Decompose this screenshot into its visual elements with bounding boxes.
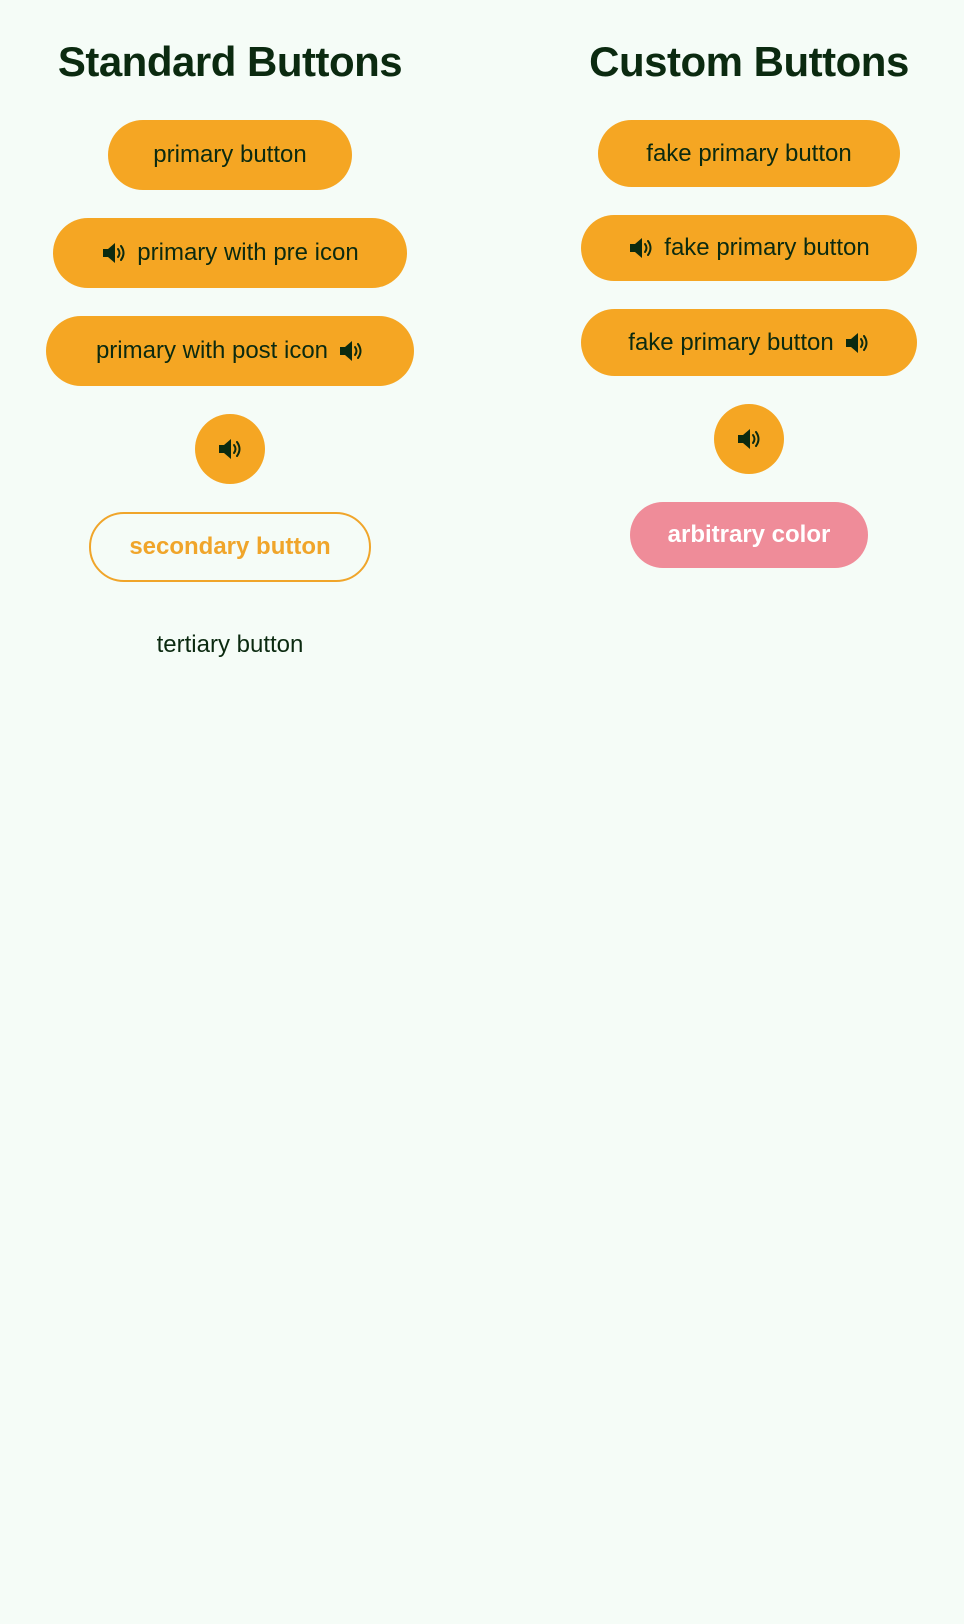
fake-primary-pre-icon-button[interactable]: fake primary button [581, 215, 917, 281]
primary-with-post-icon-button[interactable]: primary with post icon [46, 316, 414, 386]
speaker-icon [736, 427, 762, 451]
speaker-icon [101, 241, 127, 265]
tertiary-button[interactable]: tertiary button [130, 610, 330, 680]
icon-only-primary-button[interactable] [195, 414, 265, 484]
primary-button-label: primary button [153, 141, 307, 168]
custom-buttons-heading: Custom Buttons [589, 38, 909, 85]
speaker-icon [217, 437, 243, 461]
fake-primary-post-icon-button[interactable]: fake primary button [581, 309, 917, 376]
fake-primary-button[interactable]: fake primary button [598, 120, 900, 187]
fake-icon-only-button[interactable] [714, 404, 784, 474]
fake-primary-button-label: fake primary button [646, 139, 852, 167]
primary-with-pre-icon-label: primary with pre icon [137, 239, 359, 266]
speaker-icon [338, 339, 364, 363]
tertiary-button-label: tertiary button [156, 631, 304, 658]
custom-buttons-column: Custom Buttons fake primary button fake … [519, 0, 964, 568]
standard-buttons-heading: Standard Buttons [57, 38, 403, 85]
primary-with-post-icon-label: primary with post icon [95, 337, 329, 364]
arbitrary-color-button[interactable]: arbitrary color [630, 502, 868, 568]
arbitrary-color-button-label: arbitrary color [667, 521, 831, 548]
speaker-icon [628, 236, 654, 260]
fake-primary-pre-icon-label: fake primary button [664, 234, 870, 261]
standard-buttons-column: Standard Buttons primary button primary … [0, 0, 460, 680]
fake-primary-post-icon-label: fake primary button [628, 328, 834, 356]
primary-button[interactable]: primary button [108, 120, 352, 190]
speaker-icon [844, 331, 870, 355]
secondary-button[interactable]: secondary button [89, 512, 371, 582]
secondary-button-label: secondary button [129, 533, 331, 560]
primary-with-pre-icon-button[interactable]: primary with pre icon [53, 218, 407, 288]
